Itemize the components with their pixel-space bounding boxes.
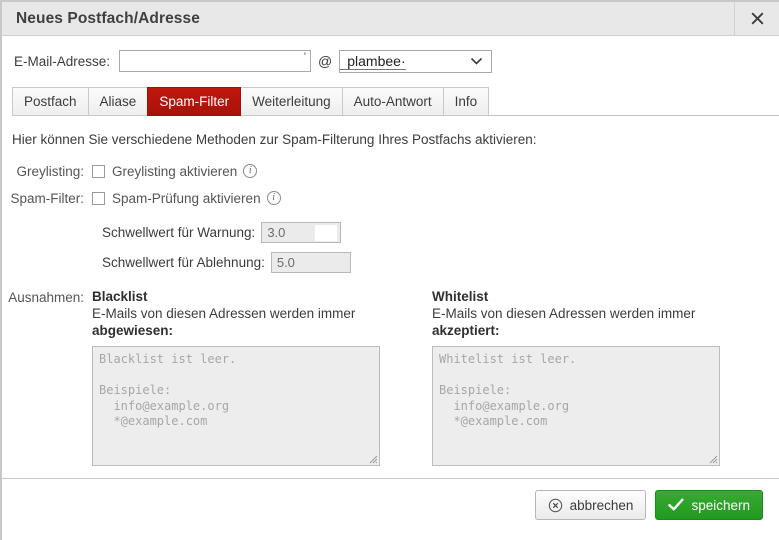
blacklist-textarea[interactable]: Blacklist ist leer. Beispiele: info@exam…	[92, 346, 380, 466]
tab-auto-antwort[interactable]: Auto-Antwort	[341, 87, 443, 116]
blacklist-title: Blacklist	[92, 289, 148, 304]
blacklist-description-text: E-Mails von diesen Adressen werden immer	[92, 306, 356, 321]
cancel-button-label: abbrechen	[569, 497, 634, 513]
threshold-warning-input[interactable]: 3.0	[261, 222, 342, 243]
spamfilter-checkbox-label[interactable]: Spam-Prüfung aktivieren	[112, 191, 261, 206]
threshold-warning-value: 3.0	[267, 225, 286, 240]
threshold-reject-input[interactable]: 5.0	[270, 252, 351, 273]
whitelist-title: Whitelist	[432, 289, 489, 304]
domain-select[interactable]: plambee·	[339, 49, 493, 73]
tab-label: Spam-Filter	[159, 94, 230, 109]
threshold-reject-label: Schwellwert für Ablehnung:	[102, 255, 265, 270]
input-tick-mark: '	[303, 51, 307, 63]
spamfilter-label: Spam-Filter:	[10, 190, 84, 206]
tab-label: Weiterleitung	[252, 94, 331, 109]
close-icon	[750, 11, 765, 26]
threshold-reject-value: 5.0	[276, 255, 295, 270]
greylisting-row: Greylisting: Greylisting aktivieren i	[2, 161, 779, 181]
new-mailbox-dialog: Neues Postfach/Adresse E-Mail-Adresse: '…	[0, 0, 779, 540]
whitelist-description-text: E-Mails von diesen Adressen werden immer	[432, 306, 696, 321]
blacklist-description: E-Mails von diesen Adressen werden immer…	[92, 305, 432, 339]
email-address-row: E-Mail-Adresse: ' @ plambee·	[2, 36, 779, 84]
save-button[interactable]: speichern	[655, 490, 763, 520]
whitelist-textarea[interactable]: Whitelist ist leer. Beispiele: info@exam…	[432, 346, 720, 466]
tab-label: Postfach	[24, 94, 77, 109]
tab-spam-filter[interactable]: Spam-Filter	[147, 87, 242, 116]
greylisting-label: Greylisting:	[16, 163, 84, 179]
greylisting-checkbox[interactable]	[92, 164, 105, 178]
spamfilter-row: Spam-Filter: Spam-Prüfung aktivieren i	[2, 188, 779, 208]
blacklist-placeholder: Blacklist ist leer. Beispiele: info@exam…	[99, 352, 237, 428]
input-highlight-patch	[315, 225, 338, 241]
cancel-circle-icon	[548, 498, 563, 513]
tab-label: Aliase	[99, 94, 137, 109]
threshold-warning-label: Schwellwert für Warnung:	[102, 225, 256, 240]
chevron-down-icon	[470, 54, 483, 69]
threshold-warning-row: Schwellwert für Warnung: 3.0	[2, 222, 779, 243]
blacklist-description-emphasis: abgewiesen:	[92, 323, 174, 338]
tab-bar: Postfach Aliase Spam-Filter Weiterleitun…	[12, 86, 779, 116]
whitelist-description-emphasis: akzeptiert:	[432, 323, 500, 338]
tab-label: Info	[454, 94, 478, 109]
blacklist-column: Blacklist E-Mails von diesen Adressen we…	[92, 289, 432, 466]
tab-label: Auto-Antwort	[353, 94, 432, 109]
check-icon	[668, 498, 684, 512]
threshold-reject-row: Schwellwert für Ablehnung: 5.0	[2, 252, 779, 273]
exceptions-section: Ausnahmen: Blacklist E-Mails von diesen …	[2, 289, 779, 466]
dialog-title: Neues Postfach/Adresse	[16, 9, 200, 27]
spamfilter-checkbox[interactable]	[92, 191, 105, 205]
resize-grip-icon[interactable]	[366, 452, 378, 464]
info-icon[interactable]: i	[266, 191, 281, 205]
at-symbol: @	[318, 53, 333, 69]
tab-postfach[interactable]: Postfach	[12, 87, 88, 116]
exceptions-label: Ausnahmen:	[8, 290, 84, 305]
info-icon[interactable]: i	[243, 164, 258, 178]
whitelist-column: Whitelist E-Mails von diesen Adressen we…	[432, 289, 720, 466]
email-local-part-input[interactable]: '	[119, 50, 312, 72]
email-address-label: E-Mail-Adresse:	[14, 53, 111, 69]
greylisting-checkbox-label[interactable]: Greylisting aktivieren	[112, 164, 237, 179]
dialog-titlebar: Neues Postfach/Adresse	[2, 2, 779, 36]
tab-weiterleitung[interactable]: Weiterleitung	[241, 87, 342, 116]
panel-intro-text: Hier können Sie verschiedene Methoden zu…	[12, 132, 537, 147]
spam-filter-panel: Hier können Sie verschiedene Methoden zu…	[2, 116, 779, 466]
whitelist-description: E-Mails von diesen Adressen werden immer…	[432, 305, 720, 339]
resize-grip-icon[interactable]	[706, 452, 718, 464]
dialog-footer: abbrechen speichern	[2, 478, 779, 540]
domain-select-value: plambee·	[340, 53, 406, 70]
whitelist-placeholder: Whitelist ist leer. Beispiele: info@exam…	[439, 352, 577, 428]
cancel-button[interactable]: abbrechen	[534, 490, 647, 520]
close-button[interactable]	[734, 2, 779, 35]
tab-info[interactable]: Info	[442, 87, 490, 116]
save-button-label: speichern	[691, 497, 750, 513]
tab-aliase[interactable]: Aliase	[87, 87, 148, 116]
